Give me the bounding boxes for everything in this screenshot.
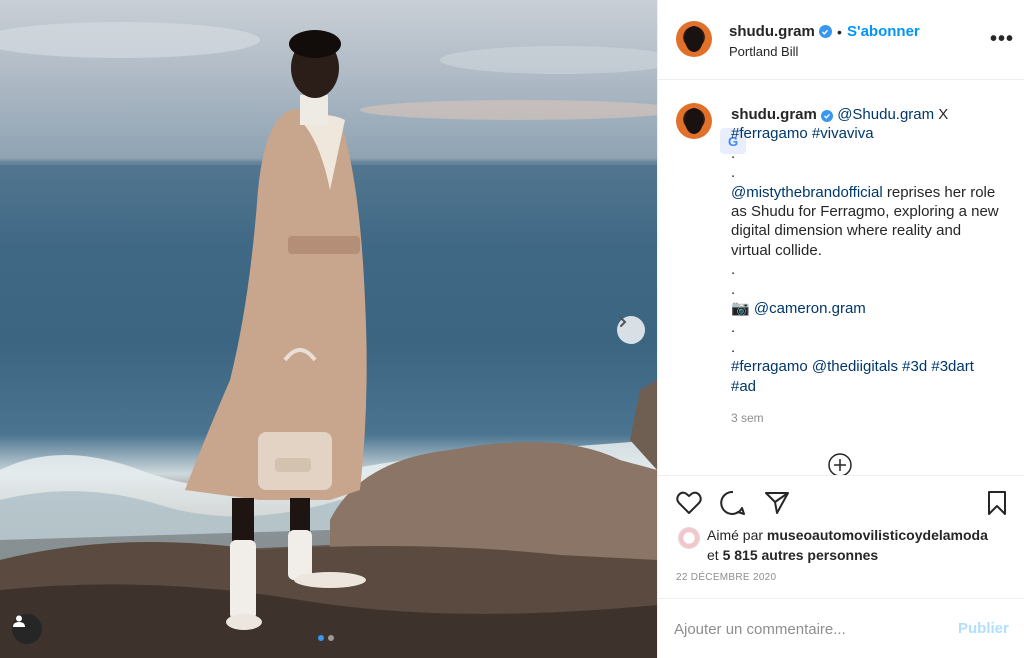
share-icon[interactable] <box>763 489 791 517</box>
caption-timestamp[interactable]: 3 sem <box>731 411 764 425</box>
post-photo[interactable] <box>0 0 657 658</box>
action-bar <box>658 475 1024 525</box>
mention-link[interactable]: @Shudu.gram <box>837 106 934 123</box>
caption-text: shudu.gram @Shudu.gram X #ferragamo #viv… <box>731 105 1001 396</box>
publish-button[interactable]: Publier <box>958 620 1009 637</box>
likes-middle: et <box>707 547 723 563</box>
caption-text-segment: X <box>934 106 949 123</box>
post-location[interactable]: Portland Bill <box>729 44 798 59</box>
hashtag-link[interactable]: #ferragamo <box>731 125 808 142</box>
caption-dot: . <box>731 338 736 356</box>
load-more-comments-icon[interactable] <box>827 452 853 475</box>
hashtag-link[interactable]: #ferragamo <box>731 358 808 375</box>
author-username[interactable]: shudu.gram <box>729 23 832 40</box>
comment-input[interactable] <box>674 617 944 641</box>
caption-dot: . <box>731 164 736 182</box>
heart-icon[interactable] <box>675 489 703 517</box>
author-avatar[interactable] <box>676 21 712 57</box>
camera-icon: 📷 <box>731 300 750 318</box>
likes-count-link[interactable]: 5 815 autres personnes <box>723 547 879 563</box>
carousel-dot <box>328 635 334 641</box>
post-header: shudu.gram • S'abonner Portland Bill ••• <box>658 0 1024 80</box>
photo-illustration <box>0 22 657 658</box>
author-username-text[interactable]: shudu.gram <box>729 23 815 40</box>
hashtag-link[interactable]: #3d <box>902 358 927 375</box>
hashtag-link[interactable]: #ad <box>731 378 756 395</box>
caption-dot: . <box>731 319 736 337</box>
mention-link[interactable]: @cameron.gram <box>754 300 866 317</box>
comment-icon[interactable] <box>719 489 747 517</box>
hashtag-link[interactable]: #3dart <box>931 358 974 375</box>
caption-area: G shudu.gram @Shudu.gram X #ferragamo #v… <box>658 80 1024 475</box>
bookmark-icon[interactable] <box>983 489 1011 517</box>
carousel-indicator <box>318 635 334 641</box>
comment-form: Publier <box>658 598 1024 658</box>
header-separator: • <box>837 24 842 40</box>
liker-username[interactable]: museoautomovilisticoydelamoda <box>767 527 988 543</box>
carousel-dot-active <box>318 635 324 641</box>
mention-link[interactable]: @mistythebrandofficial <box>731 184 883 201</box>
caption-dot: . <box>731 261 736 279</box>
liker-avatar[interactable] <box>678 527 700 549</box>
likes-prefix: Aimé par <box>707 527 767 543</box>
hashtag-link[interactable]: #vivaviva <box>812 125 874 142</box>
more-options-button[interactable]: ••• <box>990 28 1014 51</box>
caption-username[interactable]: shudu.gram <box>731 106 817 123</box>
mention-link[interactable]: @thediigitals <box>812 358 898 375</box>
caption-avatar[interactable] <box>676 103 712 139</box>
post-sidebar: shudu.gram • S'abonner Portland Bill •••… <box>657 0 1024 658</box>
tagged-users-button[interactable] <box>12 614 42 644</box>
follow-button[interactable]: S'abonner <box>847 23 920 40</box>
caption-dot: . <box>731 144 736 162</box>
likes-text: Aimé par museoautomovilisticoydelamoda e… <box>707 525 1017 565</box>
person-icon <box>13 615 25 627</box>
caption-verified-icon <box>821 110 834 122</box>
chevron-right-icon <box>620 317 627 327</box>
next-slide-button[interactable] <box>617 316 645 344</box>
post-date[interactable]: 22 DÉCEMBRE 2020 <box>676 572 776 583</box>
verified-badge-icon <box>818 25 832 38</box>
caption-dot: . <box>731 280 736 298</box>
